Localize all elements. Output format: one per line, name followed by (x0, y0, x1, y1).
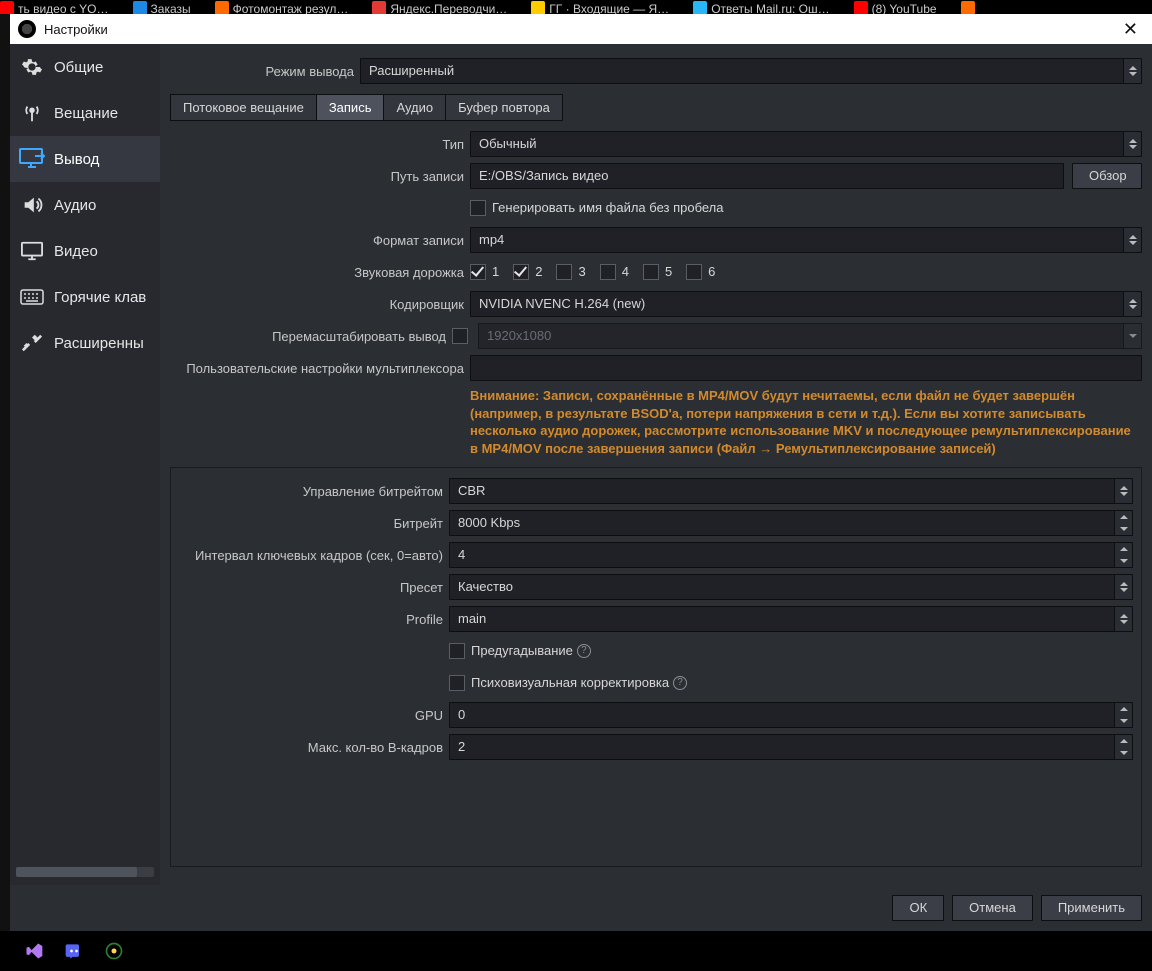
audio-track-label: Звуковая дорожка (170, 265, 470, 280)
recording-path-label: Путь записи (170, 169, 470, 184)
output-mode-select[interactable]: Расширенный (360, 58, 1142, 84)
output-tabs: Потоковое вещание Запись Аудио Буфер пов… (170, 94, 563, 121)
taskbar-item[interactable] (961, 0, 979, 14)
track-6-checkbox[interactable]: 6 (686, 264, 715, 281)
encoder-select[interactable]: NVIDIA NVENC H.264 (new) (470, 291, 1142, 317)
tab-recording[interactable]: Запись (317, 95, 385, 120)
sidebar-item-hotkeys[interactable]: Горячие клав (10, 274, 160, 320)
visualstudio-icon[interactable] (24, 941, 44, 961)
help-icon[interactable]: ? (673, 676, 687, 690)
mp4-warning: Внимание: Записи, сохранённые в MP4/MOV … (470, 387, 1142, 457)
settings-window: Настройки ✕ Общие Вещание (0, 14, 1152, 931)
help-icon[interactable]: ? (577, 644, 591, 658)
keyint-input[interactable]: 4 (449, 542, 1133, 568)
monitor-arrow-icon (18, 147, 46, 171)
tools-icon (18, 331, 46, 355)
bitrate-label: Битрейт (179, 516, 449, 531)
sidebar-item-general[interactable]: Общие (10, 44, 160, 90)
dialog-footer: ОК Отмена Применить (10, 885, 1152, 931)
taskbar-item[interactable]: ГГ · Входящие — Я… (531, 0, 681, 14)
taskbar-item[interactable]: Яндекс.Переводчи… (372, 0, 519, 14)
sidebar-scrollbar[interactable] (16, 867, 154, 877)
browse-button[interactable]: Обзор (1072, 163, 1142, 189)
recording-format-label: Формат записи (170, 233, 470, 248)
recording-type-select[interactable]: Обычный (470, 131, 1142, 157)
sidebar-item-label: Общие (54, 59, 103, 76)
discord-icon[interactable] (64, 941, 84, 961)
encoder-label: Кодировщик (170, 297, 470, 312)
keyint-label: Интервал ключевых кадров (сек, 0=авто) (179, 548, 449, 563)
sidebar-item-advanced[interactable]: Расширенны (10, 320, 160, 366)
muxer-label: Пользовательские настройки мультиплексор… (170, 361, 470, 376)
keyboard-icon (18, 285, 46, 309)
filename-nospace-checkbox[interactable]: Генерировать имя файла без пробела (470, 200, 1142, 217)
app-icon[interactable] (104, 941, 124, 961)
recording-settings: Тип Обычный Путь записи E:/OBS/Запись ви… (170, 131, 1142, 457)
encoder-settings-group: Управление битрейтом CBR Битрейт 8000 Kb… (170, 467, 1142, 867)
rescale-checkbox[interactable] (452, 328, 468, 344)
sidebar-item-audio[interactable]: Аудио (10, 182, 160, 228)
track-5-checkbox[interactable]: 5 (643, 264, 672, 281)
profile-select[interactable]: main (449, 606, 1133, 632)
profile-label: Profile (179, 612, 449, 627)
sidebar-item-video[interactable]: Видео (10, 228, 160, 274)
recording-path-input[interactable]: E:/OBS/Запись видео (470, 163, 1064, 189)
sidebar-item-label: Видео (54, 243, 98, 260)
recording-format-select[interactable]: mp4 (470, 227, 1142, 253)
sidebar-item-label: Расширенны (54, 335, 144, 352)
output-mode-label: Режим вывода (170, 64, 360, 79)
psycho-checkbox[interactable]: Психовизуальная корректировка? (449, 675, 1133, 692)
recording-type-label: Тип (170, 137, 470, 152)
lookahead-checkbox[interactable]: Предугадывание? (449, 643, 1133, 660)
tab-streaming[interactable]: Потоковое вещание (171, 95, 317, 120)
track-2-checkbox[interactable]: 2 (513, 264, 542, 281)
speaker-icon (18, 193, 46, 217)
rescale-select[interactable]: 1920x1080 (478, 323, 1142, 349)
track-4-checkbox[interactable]: 4 (600, 264, 629, 281)
os-taskbar-bottom[interactable] (0, 931, 1152, 971)
antenna-icon (18, 101, 46, 125)
gear-icon (18, 55, 46, 79)
track-1-checkbox[interactable]: 1 (470, 264, 499, 281)
taskbar-item[interactable]: (8) YouTube (854, 0, 949, 14)
preset-select[interactable]: Качество (449, 574, 1133, 600)
sidebar-item-label: Аудио (54, 197, 96, 214)
muxer-input[interactable] (470, 355, 1142, 381)
rate-control-label: Управление битрейтом (179, 484, 449, 499)
sidebar-item-label: Горячие клав (54, 289, 146, 306)
bframes-input[interactable]: 2 (449, 734, 1133, 760)
os-taskbar-top: ть видео с YO… Заказы Фотомонтаж резул… … (0, 0, 1152, 14)
settings-sidebar: Общие Вещание Вывод (10, 44, 160, 885)
rate-control-select[interactable]: CBR (449, 478, 1133, 504)
window-title: Настройки (44, 22, 108, 37)
bframes-label: Макс. кол-во B-кадров (179, 740, 449, 755)
output-settings-panel: Режим вывода Расширенный Потоковое вещан… (160, 44, 1152, 885)
titlebar[interactable]: Настройки ✕ (10, 14, 1152, 44)
track-3-checkbox[interactable]: 3 (556, 264, 585, 281)
ok-button[interactable]: ОК (892, 895, 944, 921)
taskbar-item[interactable]: Заказы (133, 0, 203, 14)
tab-replaybuffer[interactable]: Буфер повтора (446, 95, 562, 120)
taskbar-item[interactable]: ть видео с YO… (0, 0, 121, 14)
monitor-icon (18, 239, 46, 263)
sidebar-item-output[interactable]: Вывод (10, 136, 160, 182)
taskbar-item[interactable]: Фотомонтаж резул… (215, 0, 361, 14)
gpu-label: GPU (179, 708, 449, 723)
tab-audio[interactable]: Аудио (384, 95, 446, 120)
sidebar-item-label: Вещание (54, 105, 118, 122)
cancel-button[interactable]: Отмена (952, 895, 1033, 921)
rescale-label: Перемасштабировать вывод (170, 329, 452, 344)
apply-button[interactable]: Применить (1041, 895, 1142, 921)
taskbar-item[interactable]: Ответы Mail.ru: Ош… (693, 0, 841, 14)
close-icon[interactable]: ✕ (1117, 20, 1144, 38)
obs-icon (18, 20, 36, 38)
gpu-input[interactable]: 0 (449, 702, 1133, 728)
sidebar-item-stream[interactable]: Вещание (10, 90, 160, 136)
preset-label: Пресет (179, 580, 449, 595)
sidebar-item-label: Вывод (54, 151, 99, 168)
bitrate-input[interactable]: 8000 Kbps (449, 510, 1133, 536)
